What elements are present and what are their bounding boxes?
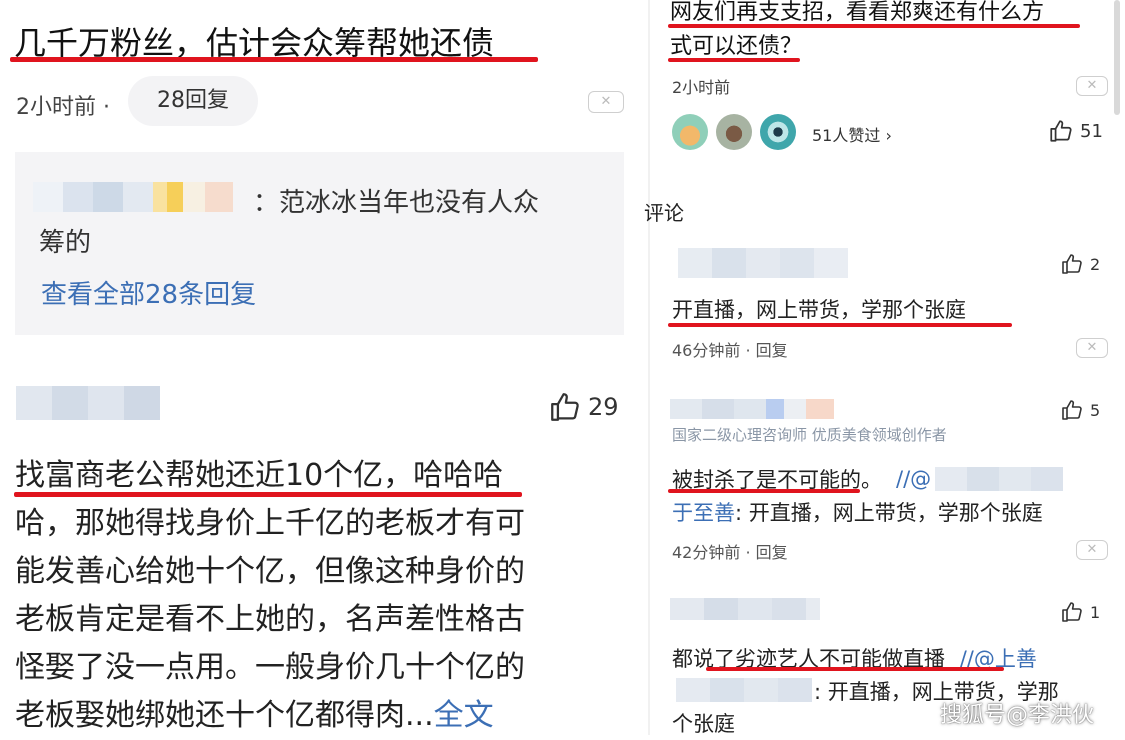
- blurred-commenter-name: [678, 248, 848, 278]
- comment3-underline: [706, 667, 1004, 671]
- full-text-link[interactable]: 全文: [434, 698, 494, 733]
- avatar: [760, 114, 796, 150]
- scrollbar[interactable]: [1114, 0, 1120, 115]
- right-post-title: 网友们再支支招，看看郑爽还有什么方 式可以还债？: [670, 0, 1044, 64]
- comment2-reply-text: : 开直播，网上带货，学那个张庭: [735, 501, 1043, 525]
- thumbs-up-icon: [1062, 254, 1082, 274]
- blurred-commenter-name: [16, 386, 160, 420]
- comment1-like-button[interactable]: 2: [1060, 252, 1100, 276]
- post-time: 2小时前 ·: [16, 95, 110, 120]
- comment2-reply-user[interactable]: 于至善: [672, 501, 735, 525]
- avatar: [716, 114, 752, 150]
- blurred-quote-user: [676, 678, 812, 702]
- comment3-reply-line2: 个张庭: [672, 712, 735, 736]
- comment-like-count: 29: [588, 393, 619, 421]
- right-close-icon[interactable]: ✕: [1076, 76, 1108, 96]
- right-title-underline-2: [668, 58, 800, 62]
- liked-by-link[interactable]: 51人赞过 ›: [812, 122, 892, 146]
- comment2-like-button[interactable]: 5: [1060, 398, 1100, 422]
- reply-text-line2: 筹的: [39, 228, 92, 258]
- comment-line-4: 老板肯定是看不上她的，名声差性格古: [15, 602, 525, 637]
- blurred-username: [33, 182, 233, 212]
- comment-line-2: 哈，那她得找身价上千亿的老板才有可: [15, 506, 525, 541]
- thumbs-up-icon: [1050, 120, 1072, 142]
- comment1-underline: [668, 323, 1012, 327]
- comment-line-6: 老板娶她绑她还十个亿都得肉...: [15, 698, 434, 733]
- blurred-quote-user: [935, 467, 1064, 491]
- comment2-like-count: 5: [1090, 400, 1101, 420]
- avatar: [672, 114, 708, 150]
- comment-underline: [14, 492, 522, 497]
- comment3-like-button[interactable]: 1: [1060, 600, 1100, 624]
- reply-count-button[interactable]: 28回复: [128, 76, 258, 126]
- title-underline: [10, 57, 538, 62]
- reply-count-label: 28回复: [157, 88, 229, 113]
- comment2-meta[interactable]: 42分钟前 · 回复: [672, 539, 788, 563]
- blurred-commenter-name: [670, 598, 820, 620]
- comment-line-5: 怪娶了没一点用。一般身价几十个亿的: [15, 650, 525, 685]
- comment2-badge: 国家二级心理咨询师 优质美食领域创作者: [672, 426, 947, 444]
- comment2-underline: [668, 489, 860, 493]
- panel-divider: [648, 0, 650, 735]
- comments-section-title: 评论: [644, 201, 684, 225]
- comment1-text: 开直播，网上带货，学那个张庭: [672, 298, 966, 322]
- view-all-replies-link[interactable]: 查看全部28条回复: [41, 274, 256, 311]
- comment1-close-icon[interactable]: ✕: [1076, 338, 1108, 358]
- thumbs-up-icon: [1062, 602, 1082, 622]
- liker-avatars[interactable]: [672, 114, 796, 150]
- thumbs-up-icon: [1062, 400, 1082, 420]
- reply-box[interactable]: ：范冰冰当年也没有人众 筹的 查看全部28条回复: [15, 152, 624, 335]
- thumbs-up-icon: [551, 393, 579, 421]
- blurred-commenter-name: [670, 399, 834, 419]
- right-post-time: 2小时前: [672, 78, 731, 97]
- right-title-underline-1: [668, 24, 1080, 28]
- comment1-meta[interactable]: 46分钟前 · 回复: [672, 337, 788, 361]
- watermark: 搜狐号@李洪伙: [940, 703, 1095, 728]
- right-post-like-count: 51: [1080, 120, 1103, 142]
- close-icon[interactable]: ✕: [588, 91, 624, 113]
- right-post-like-button[interactable]: 51: [1048, 118, 1103, 144]
- comment2-quote-prefix: //@: [896, 467, 932, 491]
- comment-like-button[interactable]: 29: [548, 390, 619, 424]
- comment2-reply-row: 于至善: 开直播，网上带货，学那个张庭: [672, 497, 1043, 527]
- comment1-like-count: 2: [1090, 254, 1101, 274]
- comment-line-3: 能发善心给她十个亿，但像这种身价的: [15, 554, 525, 589]
- comment3-like-count: 1: [1090, 602, 1101, 622]
- comment2-close-icon[interactable]: ✕: [1076, 540, 1108, 560]
- reply-text-line1: ：范冰冰当年也没有人众: [253, 188, 540, 218]
